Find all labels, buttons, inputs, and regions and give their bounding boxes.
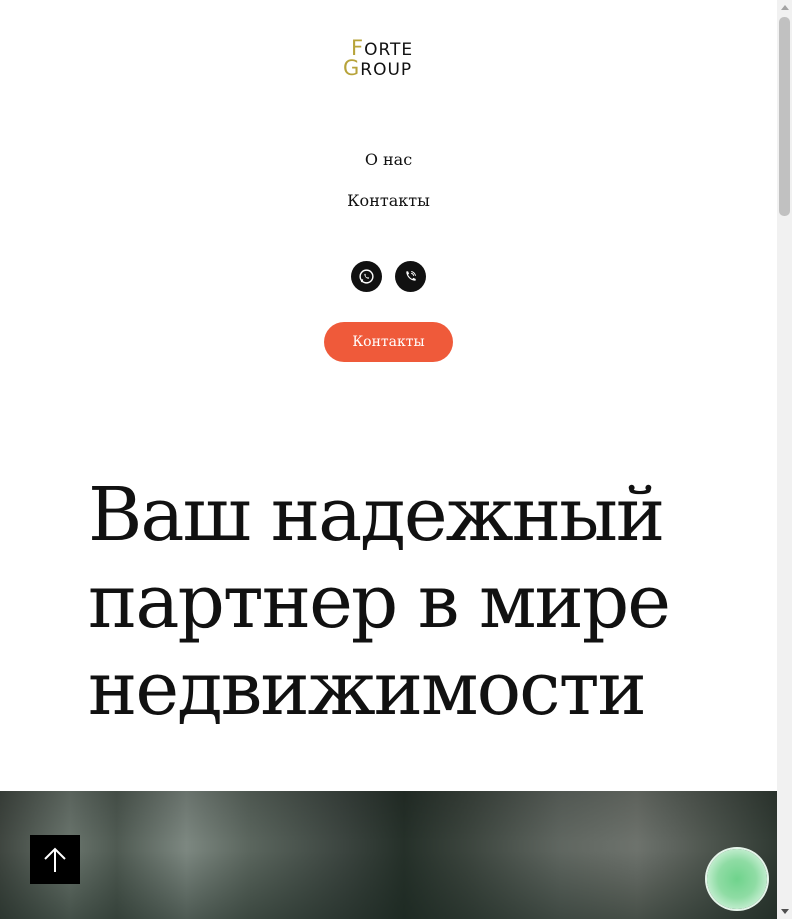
scrollbar-thumb[interactable] xyxy=(779,17,790,216)
viber-button[interactable] xyxy=(395,261,426,292)
scrollbar-down-arrow-icon[interactable] xyxy=(781,909,789,914)
logo[interactable]: FORTE GROUP xyxy=(343,38,435,82)
viber-icon xyxy=(406,271,416,281)
scrollbar-up-arrow-icon[interactable] xyxy=(781,5,789,10)
nav-item-about[interactable]: О нас xyxy=(0,150,777,169)
nav-item-contacts[interactable]: Контакты xyxy=(0,191,777,210)
logo-accent-g: G xyxy=(343,56,361,80)
arrow-up-icon xyxy=(44,847,66,872)
chat-widget-button[interactable] xyxy=(707,849,767,909)
logo-line-top: FORTE xyxy=(351,38,414,61)
logo-text-roup: ROUP xyxy=(360,60,413,80)
hero-title: Ваш надежный партнер в мире недвижимости xyxy=(88,472,671,732)
hero-image xyxy=(0,791,777,919)
logo-text-orte: ORTE xyxy=(364,40,414,60)
contacts-cta-button[interactable]: Контакты xyxy=(324,322,453,362)
whatsapp-icon xyxy=(359,269,374,284)
social-links xyxy=(351,261,427,293)
scrollbar[interactable] xyxy=(777,0,792,919)
nav-item-contacts-wrap: Контакты xyxy=(0,191,777,210)
nav-item-about-wrap: О нас xyxy=(0,150,777,169)
logo-line-bottom: GROUP xyxy=(343,56,413,81)
page: FORTE GROUP О нас Контакты Контакты Ваш … xyxy=(0,0,777,919)
whatsapp-button[interactable] xyxy=(351,261,382,292)
scroll-top-button[interactable] xyxy=(30,835,80,884)
